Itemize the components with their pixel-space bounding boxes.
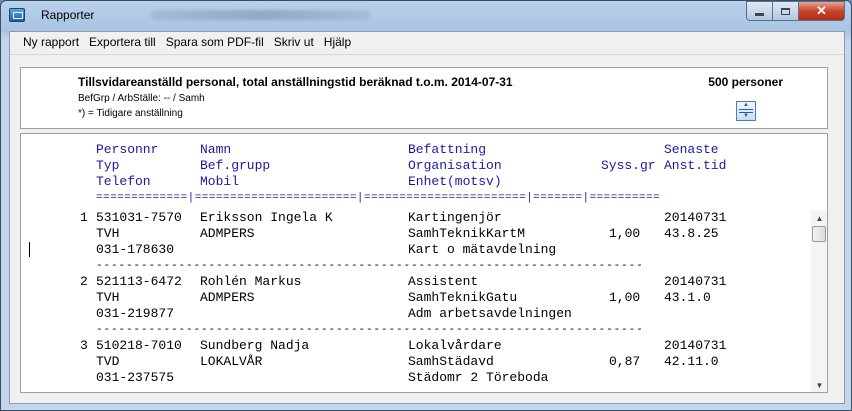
- record-3-ansttid: 42.11.0: [664, 354, 719, 369]
- menu-save-pdf[interactable]: Spara som PDF-fil: [161, 35, 269, 49]
- record-1-befgrupp: ADMPERS: [200, 226, 255, 241]
- person-count: 500 personer: [708, 75, 783, 89]
- minimize-button[interactable]: [746, 1, 773, 21]
- record-2-syssgr: 1,00: [609, 290, 641, 305]
- record-1-telefon: 031-178630: [96, 242, 175, 257]
- col-senaste: Senaste: [664, 142, 719, 157]
- record-2-senaste: 20140731: [664, 274, 727, 289]
- record-1-divider: ----------------------------------------…: [96, 260, 644, 272]
- col-personnr: Personnr: [96, 142, 159, 157]
- record-2-befgrupp: ADMPERS: [200, 290, 255, 305]
- maximize-button[interactable]: [773, 1, 799, 21]
- record-2-organisation: SamhTeknikGatu: [408, 290, 518, 305]
- record-1-ansttid: 43.8.25: [664, 226, 719, 241]
- record-3-typ: TVD: [96, 354, 120, 369]
- record-1-enhet: Kart o mätavdelning: [408, 242, 557, 257]
- expand-up-icon: ▲: [743, 102, 749, 108]
- record-2-ansttid: 43.1.0: [664, 290, 711, 305]
- col-befgrupp: Bef.grupp: [200, 158, 271, 173]
- record-2-enhet: Adm arbetsavdelningen: [408, 306, 572, 321]
- record-2-nr: 2: [80, 274, 88, 289]
- record-1-befattning: Kartingenjör: [408, 210, 502, 225]
- record-1-nr: 1: [80, 210, 88, 225]
- report-app-icon: [9, 8, 25, 22]
- record-3-befgrupp: LOKALVÅR: [200, 354, 263, 369]
- scroll-up-icon[interactable]: ▲: [811, 210, 827, 226]
- record-2-telefon: 031-219877: [96, 306, 175, 321]
- text-caret: [29, 242, 30, 257]
- report-note: *) = Tidigare anställning: [78, 108, 183, 119]
- menu-bar: Ny rapport Exportera till Spara som PDF-…: [10, 32, 844, 52]
- scroll-down-icon[interactable]: ▼: [811, 377, 827, 392]
- menu-help[interactable]: Hjälp: [319, 35, 356, 49]
- maximize-icon: [781, 7, 790, 15]
- record-2-divider: ----------------------------------------…: [96, 324, 644, 336]
- menu-separator: [10, 54, 844, 55]
- blurred-background-title: [151, 10, 371, 20]
- client-area: Ny rapport Exportera till Spara som PDF-…: [9, 31, 845, 404]
- record-2-befattning: Assistent: [408, 274, 479, 289]
- minimize-icon: [755, 12, 764, 16]
- record-2-typ: TVH: [96, 290, 120, 305]
- expand-collapse-button[interactable]: ▲ ▼: [736, 101, 756, 121]
- record-2-namn: Rohlén Markus: [200, 274, 302, 289]
- record-3-enhet: Städomr 2 Töreboda: [408, 370, 549, 385]
- col-enhet: Enhet(motsv): [408, 174, 502, 189]
- col-ansttid: Anst.tid: [664, 158, 727, 173]
- menu-print[interactable]: Skriv ut: [269, 35, 319, 49]
- caption-buttons: ✕: [746, 1, 845, 21]
- record-3-telefon: 031-237575: [96, 370, 175, 385]
- report-window: Rapporter ✕ Ny rapport Exportera till Sp…: [0, 0, 852, 411]
- record-3-personnr: 510218-7010: [96, 338, 182, 353]
- report-body[interactable]: Personnr Namn Befattning Senaste Typ Bef…: [20, 133, 828, 393]
- menu-new-report[interactable]: Ny rapport: [18, 35, 84, 49]
- record-3-namn: Sundberg Nadja: [200, 338, 310, 353]
- close-icon: ✕: [816, 3, 827, 18]
- col-typ: Typ: [96, 158, 120, 173]
- record-1-syssgr: 1,00: [609, 226, 641, 241]
- record-1-senaste: 20140731: [664, 210, 727, 225]
- col-organisation: Organisation: [408, 158, 502, 173]
- record-1-typ: TVH: [96, 226, 120, 241]
- menu-export-to[interactable]: Exportera till: [84, 35, 161, 49]
- col-namn: Namn: [200, 142, 232, 157]
- record-1-organisation: SamhTeknikKartM: [408, 226, 526, 241]
- report-header-panel: Tillsvidareanställd personal, total anst…: [20, 67, 828, 129]
- col-befattning: Befattning: [408, 142, 487, 157]
- header-separator: =============|=======================|==…: [96, 192, 661, 204]
- report-title: Tillsvidareanställd personal, total anst…: [78, 75, 513, 89]
- record-3-befattning: Lokalvårdare: [408, 338, 502, 353]
- col-mobil: Mobil: [200, 174, 240, 189]
- record-3-organisation: SamhStädavd: [408, 354, 494, 369]
- record-1-personnr: 531031-7570: [96, 210, 182, 225]
- record-2-personnr: 521113-6472: [96, 274, 182, 289]
- title-bar[interactable]: Rapporter ✕: [1, 1, 851, 31]
- vertical-scrollbar[interactable]: ▲ ▼: [811, 210, 827, 392]
- col-telefon: Telefon: [96, 174, 151, 189]
- window-title: Rapporter: [41, 8, 95, 22]
- record-1-namn: Eriksson Ingela K: [200, 210, 333, 225]
- record-3-nr: 3: [80, 338, 88, 353]
- close-button[interactable]: ✕: [799, 1, 845, 21]
- expand-down-icon: ▼: [743, 113, 749, 119]
- record-3-senaste: 20140731: [664, 338, 727, 353]
- col-syssgr: Syss.gr: [601, 158, 656, 173]
- report-filter: BefGrp / ArbStälle: -- / Samh: [78, 93, 205, 104]
- scroll-thumb[interactable]: [812, 226, 826, 242]
- record-3-syssgr: 0,87: [609, 354, 641, 369]
